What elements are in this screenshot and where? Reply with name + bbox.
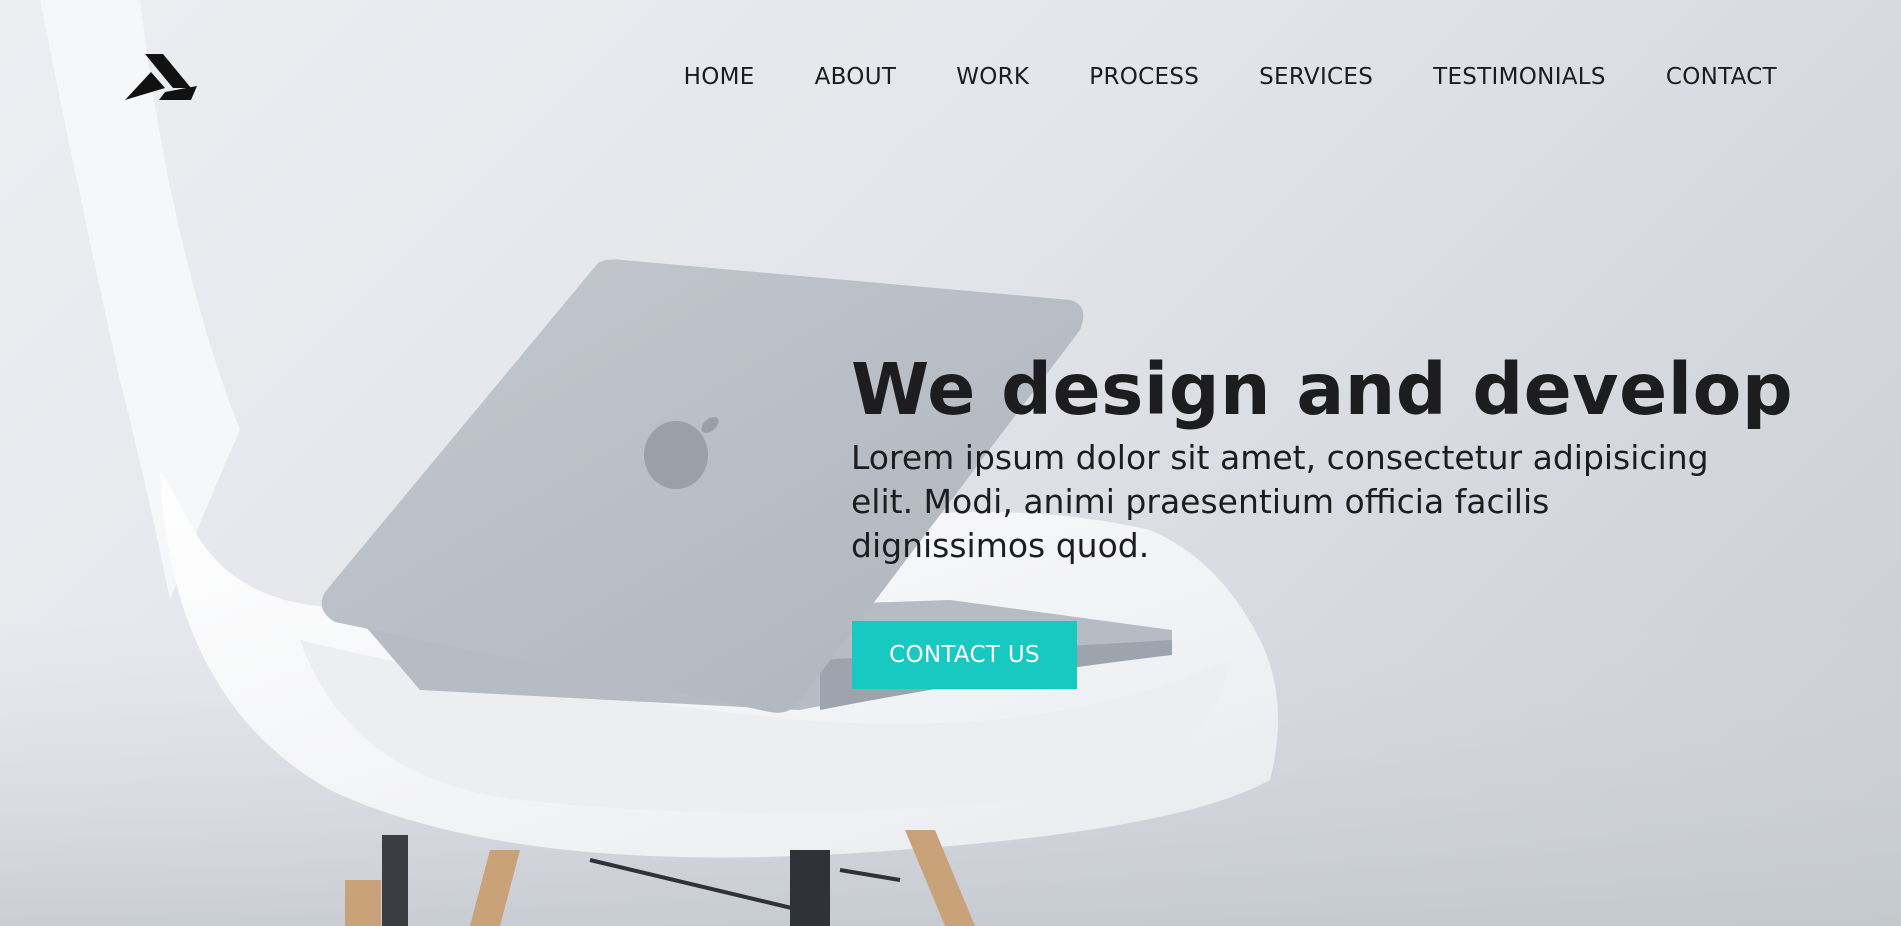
nav-link-testimonials[interactable]: TESTIMONIALS: [1433, 64, 1606, 90]
main-navigation: HOME ABOUT WORK PROCESS SERVICES TESTIMO…: [684, 64, 1777, 90]
nav-link-services[interactable]: SERVICES: [1259, 64, 1373, 90]
nav-item-work: WORK: [956, 64, 1029, 90]
nav-item-testimonials: TESTIMONIALS: [1433, 64, 1606, 90]
hero-section: HOME ABOUT WORK PROCESS SERVICES TESTIMO…: [0, 0, 1901, 926]
nav-link-about[interactable]: ABOUT: [815, 64, 897, 90]
nav-link-home[interactable]: HOME: [684, 64, 755, 90]
hero-description: Lorem ipsum dolor sit amet, consectetur …: [851, 438, 1709, 565]
mountain-peak-logo-icon[interactable]: [121, 50, 201, 104]
nav-item-process: PROCESS: [1089, 64, 1199, 90]
contact-us-button[interactable]: CONTACT US: [852, 621, 1077, 689]
nav-link-contact[interactable]: CONTACT: [1666, 64, 1777, 90]
nav-item-home: HOME: [684, 64, 755, 90]
nav-item-about: ABOUT: [815, 64, 897, 90]
nav-link-process[interactable]: PROCESS: [1089, 64, 1199, 90]
nav-item-services: SERVICES: [1259, 64, 1373, 90]
nav-link-work[interactable]: WORK: [956, 64, 1029, 90]
nav-item-contact: CONTACT: [1666, 64, 1777, 90]
site-header: HOME ABOUT WORK PROCESS SERVICES TESTIMO…: [0, 0, 1901, 160]
hero-content: We design and develop Lorem ipsum dolor …: [851, 348, 1794, 568]
hero-title: We design and develop: [851, 348, 1794, 431]
